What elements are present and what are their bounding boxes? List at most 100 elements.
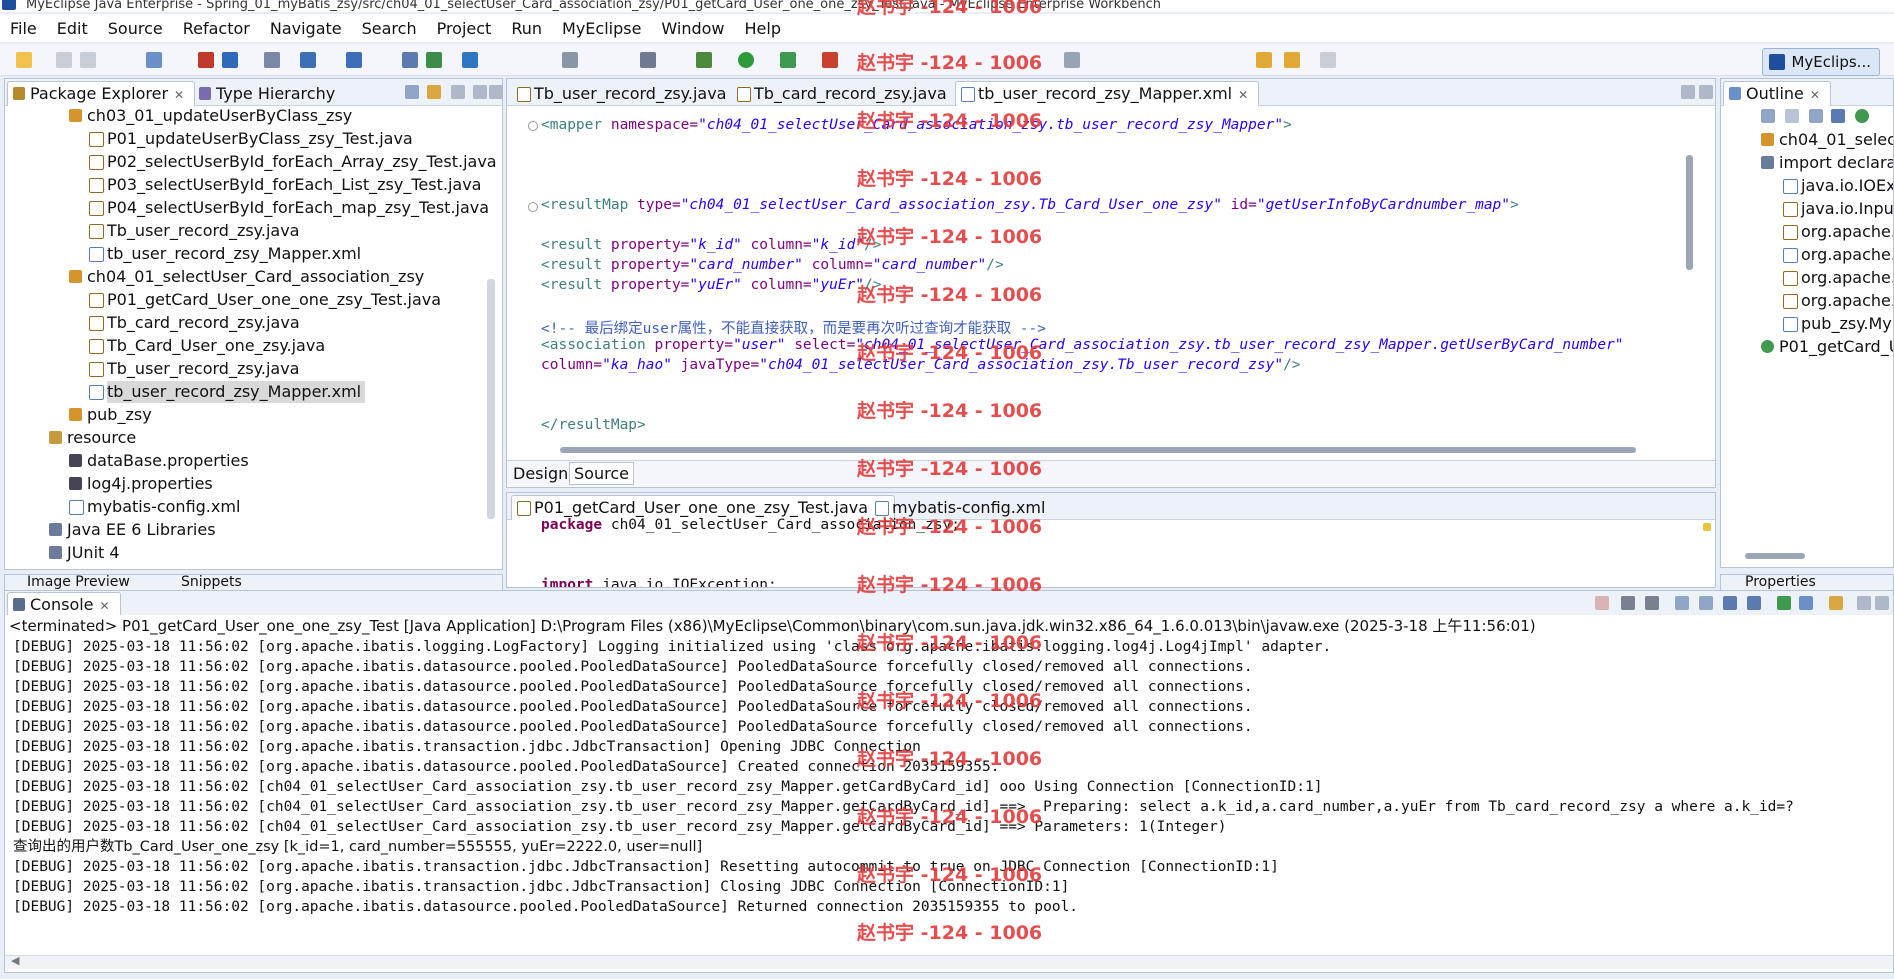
editor-vertical-scrollbar[interactable] <box>1686 155 1693 270</box>
tree-item[interactable]: ch03_01_updateUserByClass_zsy <box>69 105 352 127</box>
outline-item[interactable]: java.io.IOExc <box>1783 175 1893 197</box>
menu-help[interactable]: Help <box>735 19 791 38</box>
open-browser-icon[interactable] <box>346 52 362 68</box>
back-history-icon[interactable] <box>1284 52 1300 68</box>
close-icon[interactable]: ✕ <box>174 88 184 102</box>
tree-item[interactable]: tb_user_record_zsy_Mapper.xml <box>89 243 361 265</box>
menu-window[interactable]: Window <box>651 19 734 38</box>
outline-item[interactable]: java.io.InputS <box>1783 198 1893 220</box>
console-horizontal-scrollbar[interactable]: ◀ <box>5 954 1893 969</box>
tab-outline[interactable]: Outline ✕ <box>1723 81 1831 106</box>
perspective-switcher[interactable]: MyEclips... <box>1762 48 1880 76</box>
tab-tb-user-record-java[interactable]: Tb_user_record_zsy.java <box>511 81 737 107</box>
maximize-icon[interactable] <box>1875 596 1889 610</box>
hide-nonpublic-icon[interactable] <box>1855 109 1869 123</box>
tree-item[interactable]: P01_updateUserByClass_zsy_Test.java <box>89 128 413 150</box>
tree-item[interactable]: log4j.properties <box>69 473 213 495</box>
tree-item-selected[interactable]: tb_user_record_zsy_Mapper.xml <box>89 381 366 403</box>
editor-horizontal-scrollbar[interactable] <box>560 447 1636 453</box>
menu-myeclipse[interactable]: MyEclipse <box>552 19 651 38</box>
menu-file[interactable]: File <box>0 19 47 38</box>
display-console-icon[interactable] <box>1799 596 1813 610</box>
hide-static-icon[interactable] <box>1831 109 1845 123</box>
tree-item[interactable]: resource <box>49 427 136 449</box>
hide-fields-icon[interactable] <box>1809 109 1823 123</box>
close-icon[interactable]: ✕ <box>1238 88 1248 102</box>
forward-icon[interactable] <box>1320 52 1336 68</box>
tree-item[interactable]: pub_zsy <box>69 404 152 426</box>
tree-item[interactable]: Tb_user_record_zsy.java <box>89 358 299 380</box>
outline-horizontal-scrollbar[interactable] <box>1745 553 1805 559</box>
outline-item[interactable]: org.apache.i <box>1783 267 1893 289</box>
tree-item[interactable]: Tb_user_record_zsy.java <box>89 220 299 242</box>
vertical-scrollbar[interactable] <box>487 279 495 519</box>
maximize-icon[interactable] <box>1699 85 1713 99</box>
run-icon[interactable] <box>738 52 754 68</box>
save-icon[interactable] <box>56 52 72 68</box>
coverage-icon[interactable] <box>780 52 796 68</box>
outline-item[interactable]: pub_zsy.MyE <box>1783 313 1893 335</box>
outline-item[interactable]: ch04_01_selectU <box>1761 129 1893 151</box>
deploy-icon[interactable] <box>264 52 280 68</box>
menu-run[interactable]: Run <box>501 19 552 38</box>
word-wrap-icon[interactable] <box>1723 596 1737 610</box>
tab-snippets[interactable]: Snippets <box>181 575 242 589</box>
remove-all-icon[interactable] <box>1645 596 1659 610</box>
link-editor-icon[interactable] <box>427 85 441 99</box>
tree-item[interactable]: mybatis-config.xml <box>69 496 240 518</box>
pin-console-icon[interactable] <box>1777 596 1791 610</box>
fold-marker-icon[interactable] <box>528 202 538 212</box>
tree-item[interactable]: Tb_card_record_zsy.java <box>89 312 300 334</box>
terminate-icon[interactable] <box>1595 596 1609 610</box>
collapse-all-icon[interactable] <box>405 85 419 99</box>
tree-item[interactable]: P01_getCard_User_one_one_zsy_Test.java <box>89 289 441 311</box>
menu-edit[interactable]: Edit <box>47 19 98 38</box>
menu-project[interactable]: Project <box>427 19 502 38</box>
tab-mapper-xml[interactable]: tb_user_record_zsy_Mapper.xml ✕ <box>955 81 1260 106</box>
outline-item[interactable]: P01_getCard_Us <box>1761 336 1893 358</box>
new-project-icon[interactable] <box>146 52 162 68</box>
database-icon[interactable] <box>402 52 418 68</box>
tab-type-hierarchy[interactable]: Type Hierarchy <box>193 81 346 107</box>
external-tools-icon[interactable] <box>822 52 838 68</box>
tree-item[interactable]: JUnit 4 <box>49 542 120 564</box>
tree-item[interactable]: Tb_Card_User_one_zsy.java <box>89 335 325 357</box>
show-on-output-icon[interactable] <box>1747 596 1761 610</box>
globe-icon[interactable] <box>462 52 478 68</box>
report-icon[interactable] <box>426 52 442 68</box>
server-icon[interactable] <box>300 52 316 68</box>
tab-package-explorer[interactable]: Package Explorer ✕ <box>7 81 196 106</box>
scroll-left-icon[interactable]: ◀ <box>11 954 19 967</box>
warning-marker-icon[interactable] <box>1703 523 1711 531</box>
debug-icon[interactable] <box>696 52 712 68</box>
tab-tb-card-record-java[interactable]: Tb_card_record_zsy.java <box>731 81 958 107</box>
close-icon[interactable]: ✕ <box>1810 88 1820 102</box>
tree-item[interactable]: Java EE 6 Libraries <box>49 519 216 541</box>
view-menu-icon[interactable] <box>451 85 465 99</box>
open-console-icon[interactable] <box>1829 596 1843 610</box>
outline-item[interactable]: org.apache.i <box>1783 244 1893 266</box>
menu-source[interactable]: Source <box>98 19 173 38</box>
clear-console-icon[interactable] <box>1675 596 1689 610</box>
outline-item[interactable]: import declarati <box>1761 152 1893 174</box>
save-all-icon[interactable] <box>80 52 96 68</box>
tree-item[interactable]: P04_selectUserById_forEach_map_zsy_Test.… <box>89 197 489 219</box>
new-icon[interactable] <box>16 52 32 68</box>
tab-design[interactable]: Design <box>513 464 568 483</box>
scroll-lock-icon[interactable] <box>1699 596 1713 610</box>
tab-properties[interactable]: Properties <box>1745 575 1816 589</box>
tree-item[interactable]: ch04_01_selectUser_Card_association_zsy <box>69 266 424 288</box>
outline-item[interactable]: org.apache.i <box>1783 290 1893 312</box>
screen-icon[interactable] <box>640 52 656 68</box>
tree-item[interactable]: P03_selectUserById_forEach_List_zsy_Test… <box>89 174 481 196</box>
sort-icon[interactable] <box>1785 109 1799 123</box>
collapse-all-icon[interactable] <box>1761 109 1775 123</box>
minimize-icon[interactable] <box>1681 85 1695 99</box>
minimize-icon[interactable] <box>1857 596 1871 610</box>
maximize-icon[interactable] <box>489 85 503 99</box>
tree-item[interactable]: dataBase.properties <box>69 450 249 472</box>
minimize-icon[interactable] <box>473 85 487 99</box>
menu-navigate[interactable]: Navigate <box>260 19 352 38</box>
outline-item[interactable]: org.apache.i <box>1783 221 1893 243</box>
new-class-icon[interactable] <box>222 52 238 68</box>
